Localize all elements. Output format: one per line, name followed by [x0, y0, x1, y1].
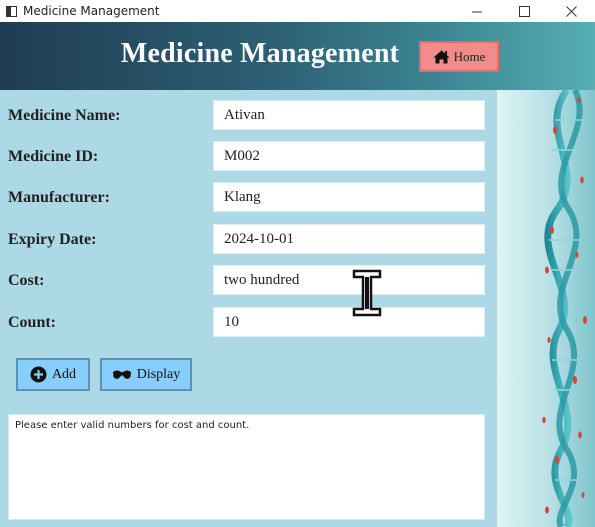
window-controls	[454, 0, 595, 22]
dna-helix-icon	[497, 90, 595, 527]
app-icon	[6, 5, 17, 17]
glasses-icon	[112, 370, 131, 379]
home-icon	[433, 50, 450, 63]
medicine-name-label: Medicine Name:	[8, 107, 121, 124]
count-input[interactable]	[213, 307, 485, 337]
title-bar: Medicine Management	[0, 0, 595, 22]
home-button[interactable]: Home	[419, 41, 499, 72]
maximize-button[interactable]	[501, 0, 548, 22]
plus-circle-icon	[30, 366, 47, 383]
display-button[interactable]: Display	[100, 358, 192, 391]
expiry-date-input[interactable]	[213, 224, 485, 254]
minimize-button[interactable]	[454, 0, 501, 22]
close-icon	[566, 5, 577, 17]
medicine-id-label: Medicine ID:	[8, 148, 99, 165]
minimize-icon	[472, 11, 482, 12]
display-button-label: Display	[136, 366, 181, 382]
maximize-icon	[519, 5, 530, 17]
medicine-id-input[interactable]	[213, 141, 485, 171]
count-label: Count:	[8, 314, 57, 331]
add-button-label: Add	[51, 366, 77, 382]
manufacturer-input[interactable]	[213, 182, 485, 212]
add-button[interactable]: Add	[16, 358, 90, 391]
dna-helix-image	[497, 90, 595, 527]
expiry-date-label: Expiry Date:	[8, 231, 97, 248]
header-banner: Medicine Management Home	[0, 22, 595, 90]
home-button-label: Home	[453, 48, 486, 64]
close-button[interactable]	[548, 0, 595, 22]
app-window: Medicine Management Medicine Management …	[0, 0, 595, 527]
form-panel: Medicine Name: Medicine ID: Manufacturer…	[0, 90, 497, 527]
message-textarea[interactable]: Please enter valid numbers for cost and …	[8, 414, 485, 520]
text-cursor-icon	[352, 269, 382, 317]
cost-label: Cost:	[8, 272, 45, 289]
window-title: Medicine Management	[23, 4, 160, 18]
cost-input[interactable]	[213, 265, 485, 295]
manufacturer-label: Manufacturer:	[8, 189, 110, 206]
medicine-name-input[interactable]	[213, 100, 485, 130]
